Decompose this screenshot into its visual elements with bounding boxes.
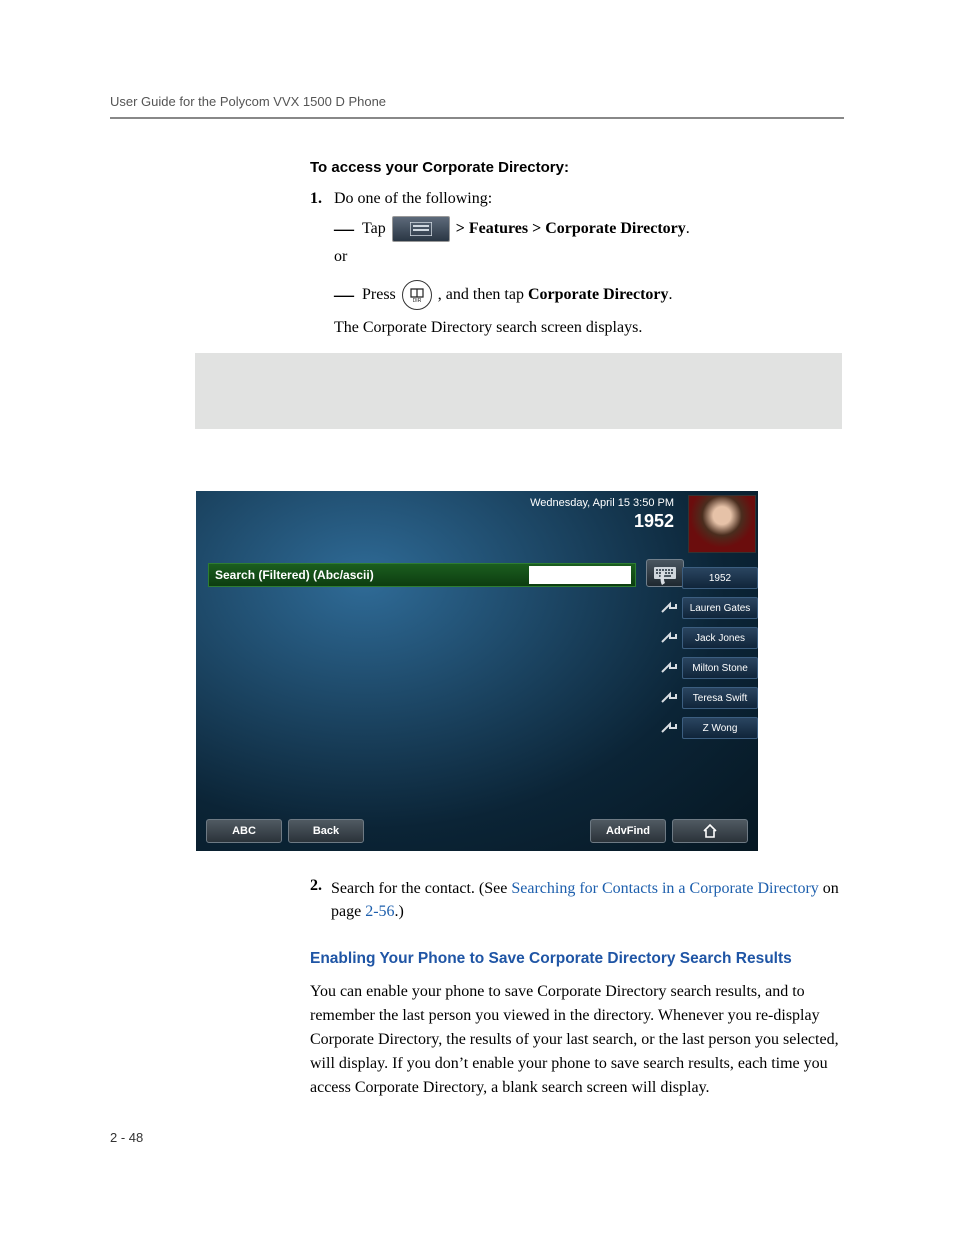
line-key-row: Jack Jones bbox=[652, 627, 758, 649]
link-searching-contacts[interactable]: Searching for Contacts in a Corporate Di… bbox=[511, 880, 818, 897]
handset-icon bbox=[658, 568, 678, 588]
step-number: 1. bbox=[310, 190, 334, 208]
option-a-path: > Features > Corporate Directory. bbox=[456, 220, 690, 238]
phone-screenshot: Wednesday, April 15 3:50 PM 1952 Search … bbox=[196, 491, 758, 851]
status-date: Wednesday, April 15 3:50 PM bbox=[530, 497, 674, 509]
page-number: 2 - 48 bbox=[110, 1130, 143, 1145]
step-1: 1. Do one of the following: bbox=[310, 190, 842, 208]
search-label: Search (Filtered) (Abc/ascii) bbox=[209, 568, 529, 582]
line-key-row: Z Wong bbox=[652, 717, 758, 739]
directory-button-icon: DIR bbox=[402, 280, 432, 310]
subsection-heading: Enabling Your Phone to Save Corporate Di… bbox=[310, 950, 842, 968]
link-page-ref[interactable]: 2-56 bbox=[365, 903, 394, 920]
line-key-row: 1952 bbox=[652, 567, 758, 589]
option-b-text: , and then tap Corporate Directory. bbox=[438, 286, 673, 304]
step-text: Do one of the following: bbox=[334, 190, 492, 208]
line-key-5[interactable]: Teresa Swift bbox=[682, 687, 758, 709]
line-key-4[interactable]: Milton Stone bbox=[682, 657, 758, 679]
speed-dial-icon bbox=[658, 718, 678, 738]
line-key-row: Teresa Swift bbox=[652, 687, 758, 709]
step-2-text: Search for the contact. (See Searching f… bbox=[331, 877, 842, 923]
option-b-prefix: Press bbox=[362, 286, 396, 304]
dash-icon: — bbox=[334, 287, 356, 303]
result-paragraph: The Corporate Directory search screen di… bbox=[310, 316, 842, 339]
speed-dial-icon bbox=[658, 658, 678, 678]
subsection-body: You can enable your phone to save Corpor… bbox=[310, 980, 842, 1100]
speed-dial-icon bbox=[658, 598, 678, 618]
step-2: 2. Search for the contact. (See Searchin… bbox=[310, 877, 842, 923]
section-title: To access your Corporate Directory: bbox=[310, 159, 842, 176]
line-key-3[interactable]: Jack Jones bbox=[682, 627, 758, 649]
speed-dial-icon bbox=[658, 688, 678, 708]
option-b: — Press DIR , and then tap Corporate Dir… bbox=[310, 280, 842, 310]
line-keys: 1952 Lauren Gates Jack Jones Milton Ston… bbox=[652, 567, 758, 739]
speed-dial-icon bbox=[658, 628, 678, 648]
status-bar: Wednesday, April 15 3:50 PM 1952 bbox=[530, 497, 674, 532]
softkey-advfind[interactable]: AdvFind bbox=[590, 819, 666, 843]
self-view-avatar bbox=[688, 495, 756, 553]
search-input[interactable] bbox=[529, 566, 631, 584]
line-key-1[interactable]: 1952 bbox=[682, 567, 758, 589]
line-key-6[interactable]: Z Wong bbox=[682, 717, 758, 739]
or-label: or bbox=[310, 248, 842, 266]
step-number: 2. bbox=[310, 877, 331, 895]
softkey-abc[interactable]: ABC bbox=[206, 819, 282, 843]
dash-icon: — bbox=[334, 221, 356, 237]
search-bar[interactable]: Search (Filtered) (Abc/ascii) bbox=[208, 563, 636, 587]
home-icon bbox=[702, 823, 718, 839]
menu-icon bbox=[392, 216, 450, 242]
softkey-bar: ABC Back AdvFind bbox=[196, 819, 758, 843]
line-key-row: Lauren Gates bbox=[652, 597, 758, 619]
option-a-prefix: Tap bbox=[362, 220, 386, 238]
softkey-home[interactable] bbox=[672, 819, 748, 843]
status-extension: 1952 bbox=[530, 511, 674, 532]
softkey-back[interactable]: Back bbox=[288, 819, 364, 843]
option-a: — Tap > Features > Corporate Directory. bbox=[310, 216, 842, 242]
svg-text:DIR: DIR bbox=[412, 298, 421, 304]
line-key-row: Milton Stone bbox=[652, 657, 758, 679]
figure-placeholder bbox=[195, 353, 842, 429]
running-header: User Guide for the Polycom VVX 1500 D Ph… bbox=[110, 94, 844, 119]
line-key-2[interactable]: Lauren Gates bbox=[682, 597, 758, 619]
